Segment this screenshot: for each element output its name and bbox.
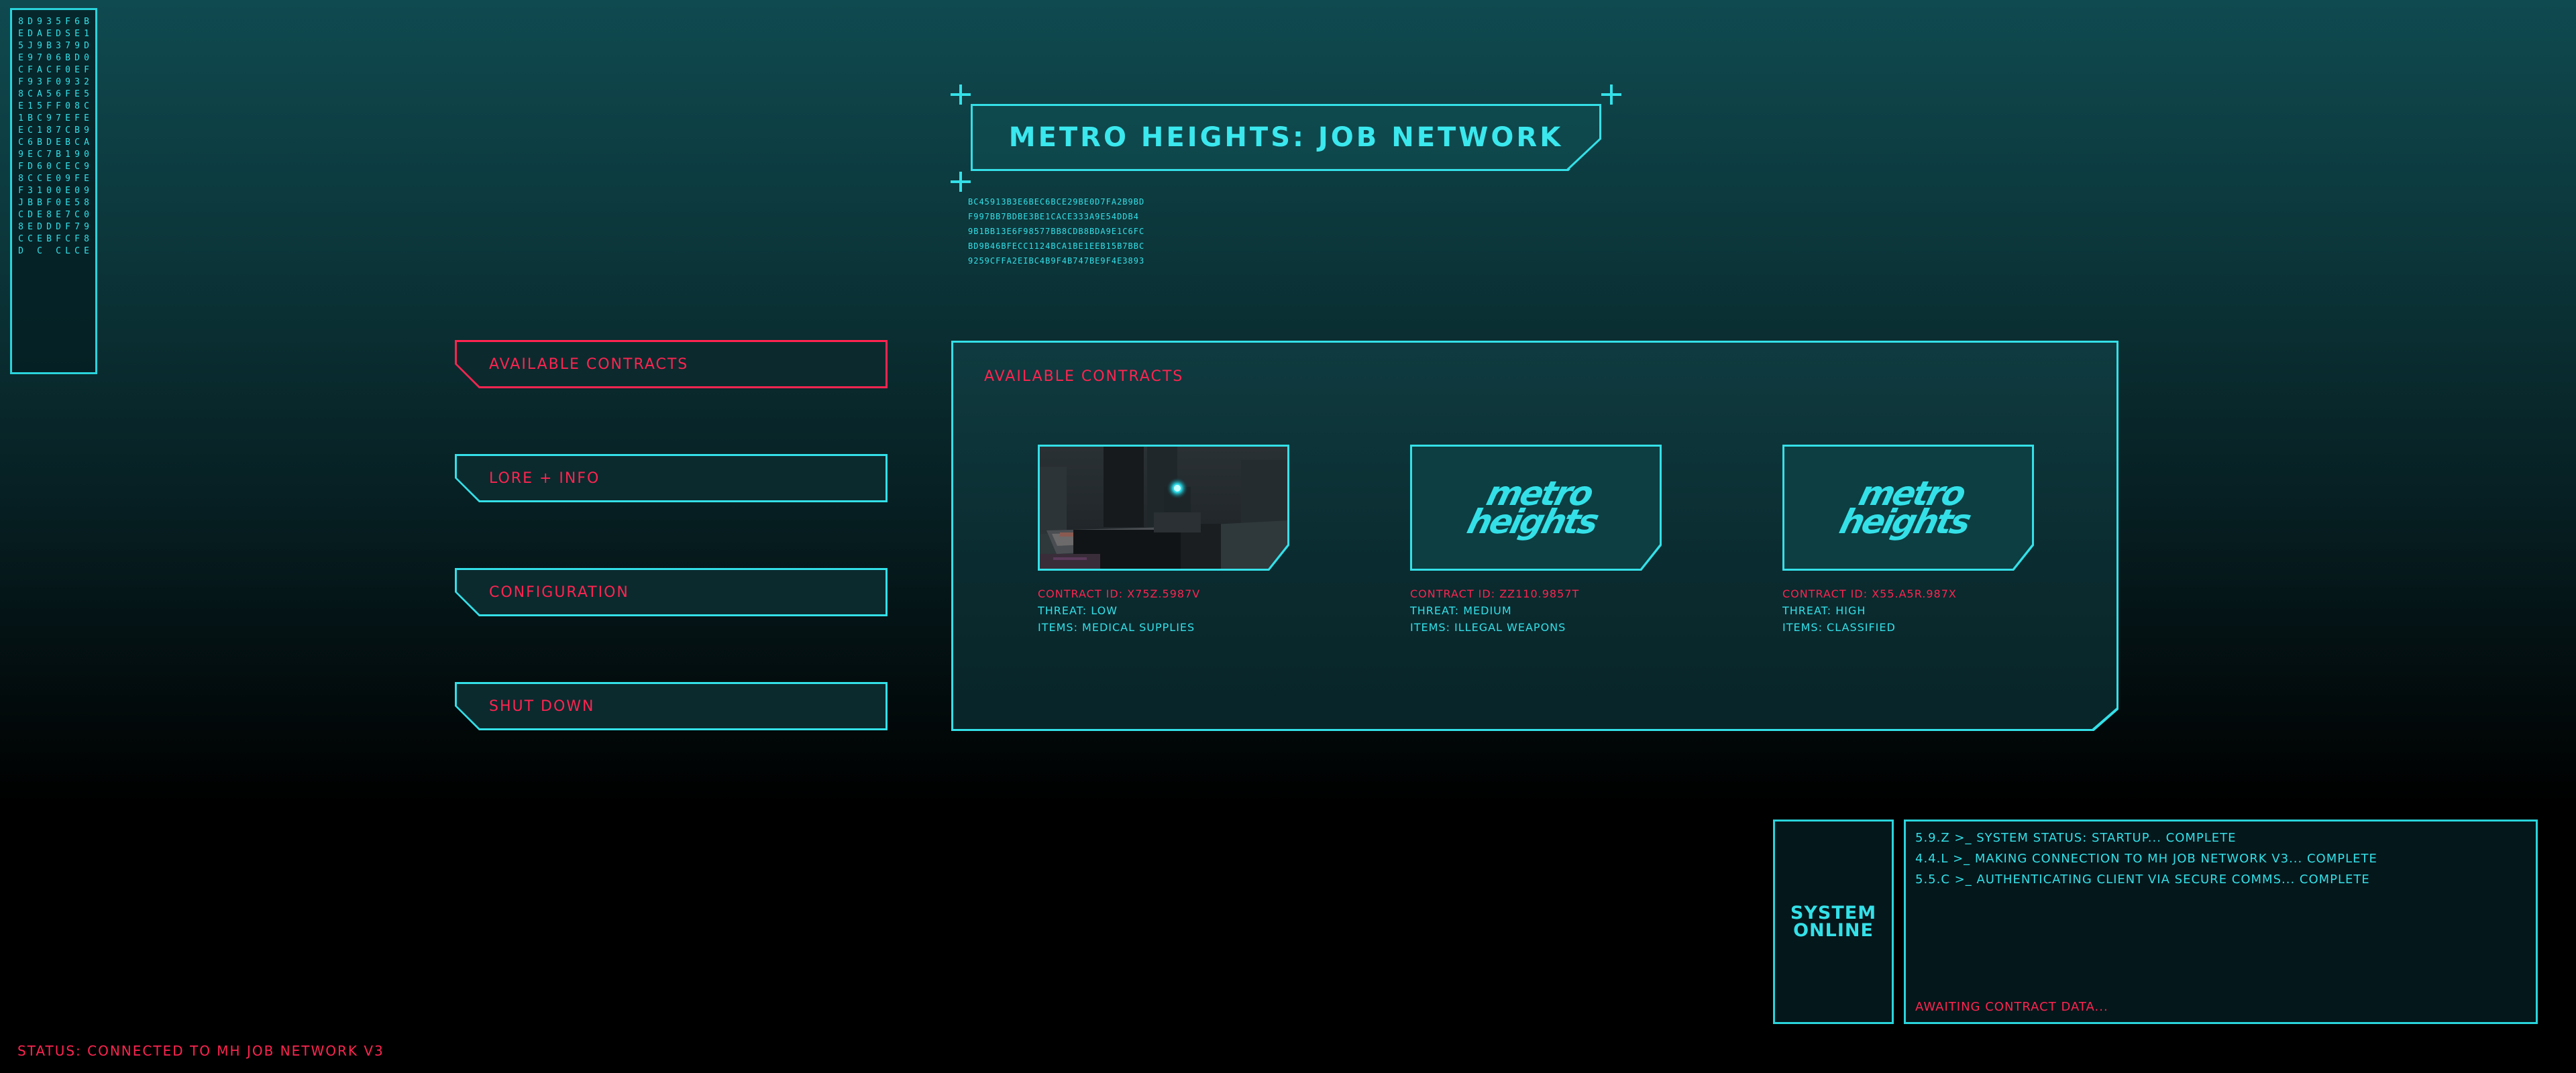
hex-column-text: B1D0F25CE9A09E98098E <box>82 17 91 258</box>
contract-thumbnail[interactable]: metro heights <box>1410 445 1662 571</box>
hex-column-text: 3EB0CF5F98D70E0F8DB <box>44 17 54 246</box>
system-online-box: SYSTEM ONLINE <box>1773 820 1894 1024</box>
contract-card[interactable]: metro heights CONTRACT ID: X55.A5R.987X … <box>1782 445 2034 636</box>
log-line: 5.9.Z >_ SYSTEM STATUS: STARTUP... COMPL… <box>1915 831 2237 845</box>
system-log: 5.9.Z >_ SYSTEM STATUS: STARTUP... COMPL… <box>1904 820 2538 1024</box>
hex-line: BD9B46BFECC1124BCA1BE1EEB15B7BBC <box>968 241 1145 251</box>
connection-status: STATUS: CONNECTED TO MH JOB NETWORK V3 <box>17 1043 384 1059</box>
menu-lore-info-button[interactable]: LORE + INFO <box>455 454 888 502</box>
metro-heights-logo: metro heights <box>1463 474 1607 541</box>
contract-threat: THREAT: HIGH <box>1782 604 1866 617</box>
menu-configuration-button[interactable]: CONFIGURATION <box>455 568 888 616</box>
menu-shut-down-button[interactable]: SHUT DOWN <box>455 682 888 730</box>
metro-heights-logo: metro heights <box>1835 474 1980 541</box>
plus-icon <box>951 84 971 105</box>
menu-label: CONFIGURATION <box>489 583 629 601</box>
system-online-text: SYSTEM <box>1790 902 1877 923</box>
contract-id: CONTRACT ID: X55.A5R.987X <box>1782 587 1957 600</box>
logo-text: heights <box>1463 502 1601 541</box>
hex-column-text: DDJ9F9C1BC6EDC3BDEC <box>25 17 35 246</box>
contract-threat: THREAT: LOW <box>1038 604 1118 617</box>
contract-screenshot-image <box>1040 447 1287 569</box>
contract-id: CONTRACT ID: X75Z.5987V <box>1038 587 1201 600</box>
menu-label: AVAILABLE CONTRACTS <box>489 355 689 373</box>
plus-icon <box>951 172 971 192</box>
hex-column-text: 5D36F06F77EBC000EDFC <box>54 17 63 258</box>
contract-items: ITEMS: CLASSIFIED <box>1782 621 1896 634</box>
contract-thumbnail[interactable]: metro heights <box>1782 445 2034 571</box>
plus-icon <box>1601 84 1621 105</box>
log-line: 5.5.C >_ AUTHENTICATING CLIENT VIA SECUR… <box>1915 872 2370 887</box>
contract-threat: THREAT: MEDIUM <box>1410 604 1512 617</box>
log-line: 4.4.L >_ MAKING CONNECTION TO MH JOB NET… <box>1915 852 2377 866</box>
contract-thumbnail[interactable] <box>1038 445 1289 571</box>
logo-text: heights <box>1835 502 1974 541</box>
system-online-text: ONLINE <box>1793 919 1874 941</box>
hex-line: 9259CFFA2EIBC4B9F4B747BE9F4E3893 <box>968 256 1145 266</box>
hex-column-text: 6E9DE3E8FBC9CF05C7FC <box>72 17 82 258</box>
contract-id: CONTRACT ID: ZZ110.9857T <box>1410 587 1580 600</box>
hex-data-block: BC45913B3E6BEC6BCE29BE0D7FA2B9BD F997BB7… <box>968 194 1144 268</box>
title-banner-border <box>971 104 1601 171</box>
contract-card[interactable]: CONTRACT ID: X75Z.5987V THREAT: LOW ITEM… <box>1038 445 1289 636</box>
menu-label: LORE + INFO <box>489 469 600 487</box>
hex-line: F997BB7BDBE3BE1CACE333A9E54DDB4 <box>968 212 1139 221</box>
hex-line: BC45913B3E6BEC6BCE29BE0D7FA2B9BD <box>968 197 1145 207</box>
awaiting-data-text: AWAITING CONTRACT DATA... <box>1915 1000 2108 1014</box>
contract-items: ITEMS: MEDICAL SUPPLIES <box>1038 621 1195 634</box>
contract-items: ITEMS: ILLEGAL WEAPONS <box>1410 621 1566 634</box>
hex-column-text: 9A97A3A5C1BC6C1BEDEC <box>35 17 44 258</box>
contract-card[interactable]: metro heights CONTRACT ID: ZZ110.9857T T… <box>1410 445 1662 636</box>
menu-label: SHUT DOWN <box>489 697 595 715</box>
hex-line: 9B1BB13E6F98577BB8CDB8BDA9E1C6FC <box>968 227 1145 236</box>
hex-column-text: 8E5ECF8E1EC9F8FJC8CD <box>16 17 25 258</box>
hex-column-text: FS7B09F0ECB1E9EE7FCL <box>63 17 72 258</box>
contracts-panel: AVAILABLE CONTRACTS CONTRACT ID: X75Z.59… <box>951 341 2118 731</box>
panel-title: AVAILABLE CONTRACTS <box>984 368 1184 385</box>
hex-data-column: 8E5ECF8E1EC9F8FJC8CD DDJ9F9C1BC6EDC3BDEC… <box>10 8 97 374</box>
menu-available-contracts-button[interactable]: AVAILABLE CONTRACTS <box>455 340 888 388</box>
